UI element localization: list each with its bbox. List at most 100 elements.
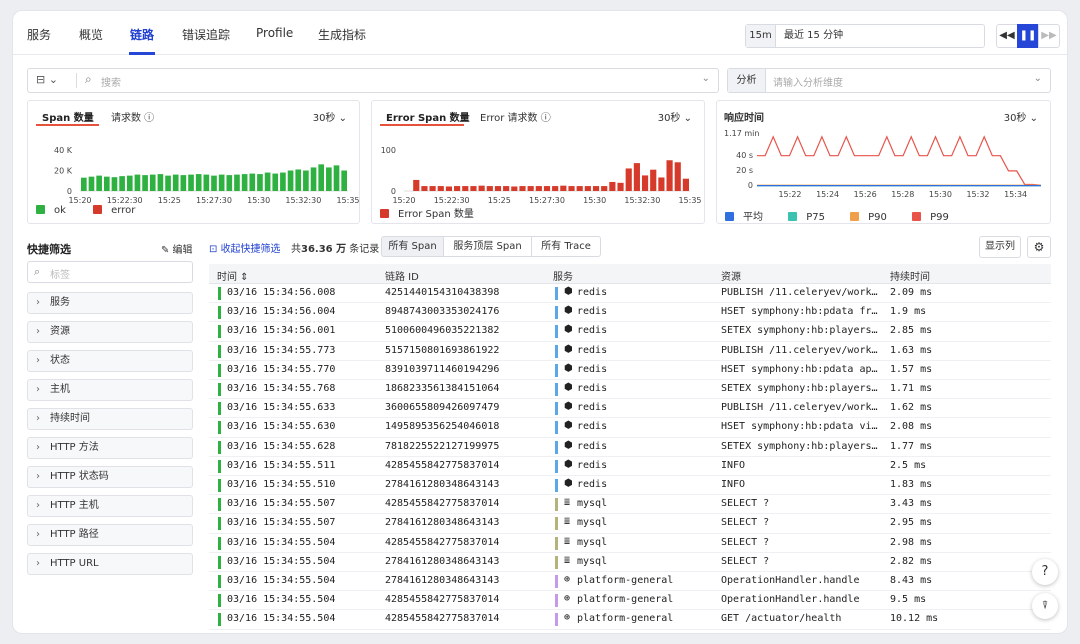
chevron-down-icon[interactable]: ⌄ <box>702 73 710 84</box>
table-row[interactable]: 03/16 15:34:55.504 4285455842775837014 ⊕ pl… <box>209 610 1051 630</box>
table-row[interactable]: 03/16 15:34:55.504 2784161280348643143 ≣ my… <box>209 553 1051 572</box>
bar[interactable] <box>180 175 187 191</box>
bar[interactable] <box>519 186 526 191</box>
table-row[interactable]: 03/16 15:34:56.001 5100600496035221382 ⬢ re… <box>209 322 1051 342</box>
bar[interactable] <box>211 175 217 191</box>
bar[interactable] <box>103 176 110 191</box>
quick-filter-item[interactable]: › 服务 <box>27 292 193 314</box>
pause-button[interactable]: ❚❚ <box>1017 24 1039 48</box>
bar[interactable] <box>149 174 156 191</box>
col-duration[interactable]: 持续时间 <box>890 268 930 283</box>
bar[interactable] <box>172 174 179 191</box>
bar[interactable] <box>257 174 263 191</box>
bar[interactable] <box>454 186 461 191</box>
bar[interactable] <box>682 178 689 191</box>
table-row[interactable]: 03/16 15:34:56.008 4251440154310438398 ⬢ re… <box>209 284 1051 304</box>
col-service[interactable]: 服务 <box>553 268 573 283</box>
bar[interactable] <box>437 186 444 191</box>
bar[interactable] <box>650 169 657 191</box>
table-row[interactable]: 03/16 15:34:55.504 2784161280348643143 ⊕ pl… <box>209 572 1051 592</box>
bar[interactable] <box>625 168 632 191</box>
bar[interactable] <box>641 175 649 191</box>
bar[interactable] <box>527 186 534 191</box>
bar[interactable] <box>119 176 125 191</box>
quick-filter-item[interactable]: › HTTP 主机 <box>27 495 193 517</box>
bar[interactable] <box>421 186 428 191</box>
bar[interactable] <box>280 172 286 191</box>
bar[interactable] <box>287 170 294 192</box>
legend-error-span[interactable]: Error Span 数量 <box>398 209 474 220</box>
table-row[interactable]: 03/16 15:34:55.504 4285455842775837014 ≣ my… <box>209 534 1051 553</box>
bar[interactable] <box>543 186 551 191</box>
bar[interactable] <box>218 174 225 191</box>
bar[interactable] <box>134 174 141 191</box>
bar[interactable] <box>333 165 340 191</box>
bar[interactable] <box>226 175 233 191</box>
legend-p75[interactable]: P75 <box>806 212 825 223</box>
table-row[interactable]: 03/16 15:34:55.507 2784161280348643143 ≣ my… <box>209 514 1051 534</box>
legend-p90[interactable]: P90 <box>868 212 887 223</box>
bar[interactable] <box>462 186 469 191</box>
bar[interactable] <box>157 174 164 191</box>
legend-p99[interactable]: P99 <box>930 212 949 223</box>
bar[interactable] <box>234 174 240 191</box>
tab-services[interactable]: 服务 <box>27 26 51 43</box>
bar[interactable] <box>535 186 542 191</box>
tab-overview[interactable]: 概览 <box>79 26 103 43</box>
bar[interactable] <box>413 179 420 191</box>
bar[interactable] <box>494 186 502 191</box>
bar[interactable] <box>478 185 485 191</box>
bar[interactable] <box>552 186 559 191</box>
bar[interactable] <box>617 182 624 191</box>
bar[interactable] <box>249 173 256 191</box>
search-bar[interactable]: ⊟ ⌄ ⌕ 搜索 ⌄ <box>27 68 719 93</box>
quick-filter-item[interactable]: › HTTP 状态码 <box>27 466 193 488</box>
bar[interactable] <box>674 162 681 191</box>
legend-avg[interactable]: 平均 <box>743 212 763 223</box>
quick-filter-item[interactable]: › 主机 <box>27 379 193 401</box>
bar[interactable] <box>560 185 567 191</box>
bar[interactable] <box>126 175 133 191</box>
bar[interactable] <box>188 174 194 191</box>
quick-filter-search[interactable]: ⌕ 标签 <box>27 261 193 283</box>
bar[interactable] <box>658 177 665 191</box>
bar[interactable] <box>310 167 317 191</box>
bar[interactable] <box>666 160 673 191</box>
bar[interactable] <box>609 181 616 191</box>
bar[interactable] <box>511 186 518 191</box>
table-row[interactable]: 03/16 15:34:55.633 3600655809426097479 ⬢ re… <box>209 399 1051 419</box>
collapse-quick-filter-button[interactable]: ⊡ 收起快捷筛选 <box>209 240 281 255</box>
chevron-down-icon[interactable]: ⌄ <box>1034 73 1042 84</box>
table-row[interactable]: 03/16 15:34:55.507 4285455842775837014 ≣ my… <box>209 495 1051 515</box>
legend-ok[interactable]: ok <box>54 205 66 216</box>
table-row[interactable]: 03/16 15:34:55.630 1495895356254046018 ⬢ re… <box>209 418 1051 438</box>
quick-filter-search-input[interactable]: 标签 <box>50 266 70 281</box>
table-row[interactable]: 03/16 15:34:55.510 2784161280348643143 ⬢ re… <box>209 476 1051 496</box>
tab-generate-metrics[interactable]: 生成指标 <box>318 26 366 43</box>
bar[interactable] <box>303 170 309 192</box>
bar[interactable] <box>96 175 102 191</box>
table-row[interactable]: 03/16 15:34:55.773 5157150801693861922 ⬢ re… <box>209 342 1051 361</box>
analyze-input[interactable]: 请输入分析维度 <box>773 74 843 89</box>
legend-error[interactable]: error <box>111 205 135 216</box>
bar[interactable] <box>568 186 575 191</box>
quick-filter-item[interactable]: › HTTP 路径 <box>27 524 193 546</box>
rewind-button[interactable]: ◀◀ <box>996 24 1018 48</box>
quick-filter-edit-button[interactable]: ✎ 编辑 <box>161 241 193 256</box>
bar[interactable] <box>470 186 477 191</box>
bar[interactable] <box>264 172 271 191</box>
table-row[interactable]: 03/16 15:34:55.628 7818225522127199975 ⬢ re… <box>209 438 1051 457</box>
query-mode-select[interactable]: ⊟ ⌄ <box>36 73 58 86</box>
table-row[interactable]: 03/16 15:34:55.504 4285455842775837014 ⊕ pl… <box>209 591 1051 611</box>
series-line[interactable] <box>757 135 1042 186</box>
bar[interactable] <box>503 186 510 191</box>
bar[interactable] <box>195 174 202 191</box>
table-row[interactable]: 03/16 15:34:55.770 8391039711460194296 ⬢ re… <box>209 361 1051 380</box>
analyze-dimension-field[interactable]: 分析 请输入分析维度 ⌄ <box>727 68 1051 93</box>
bar[interactable] <box>326 167 332 191</box>
col-resource[interactable]: 资源 <box>721 268 741 283</box>
show-columns-button[interactable]: 显示列 <box>979 236 1021 258</box>
segment-all-trace[interactable]: 所有 Trace <box>531 236 601 257</box>
tab-error-tracking[interactable]: 错误追踪 <box>182 26 230 43</box>
col-time[interactable]: 时间 ⇕ <box>217 268 249 283</box>
